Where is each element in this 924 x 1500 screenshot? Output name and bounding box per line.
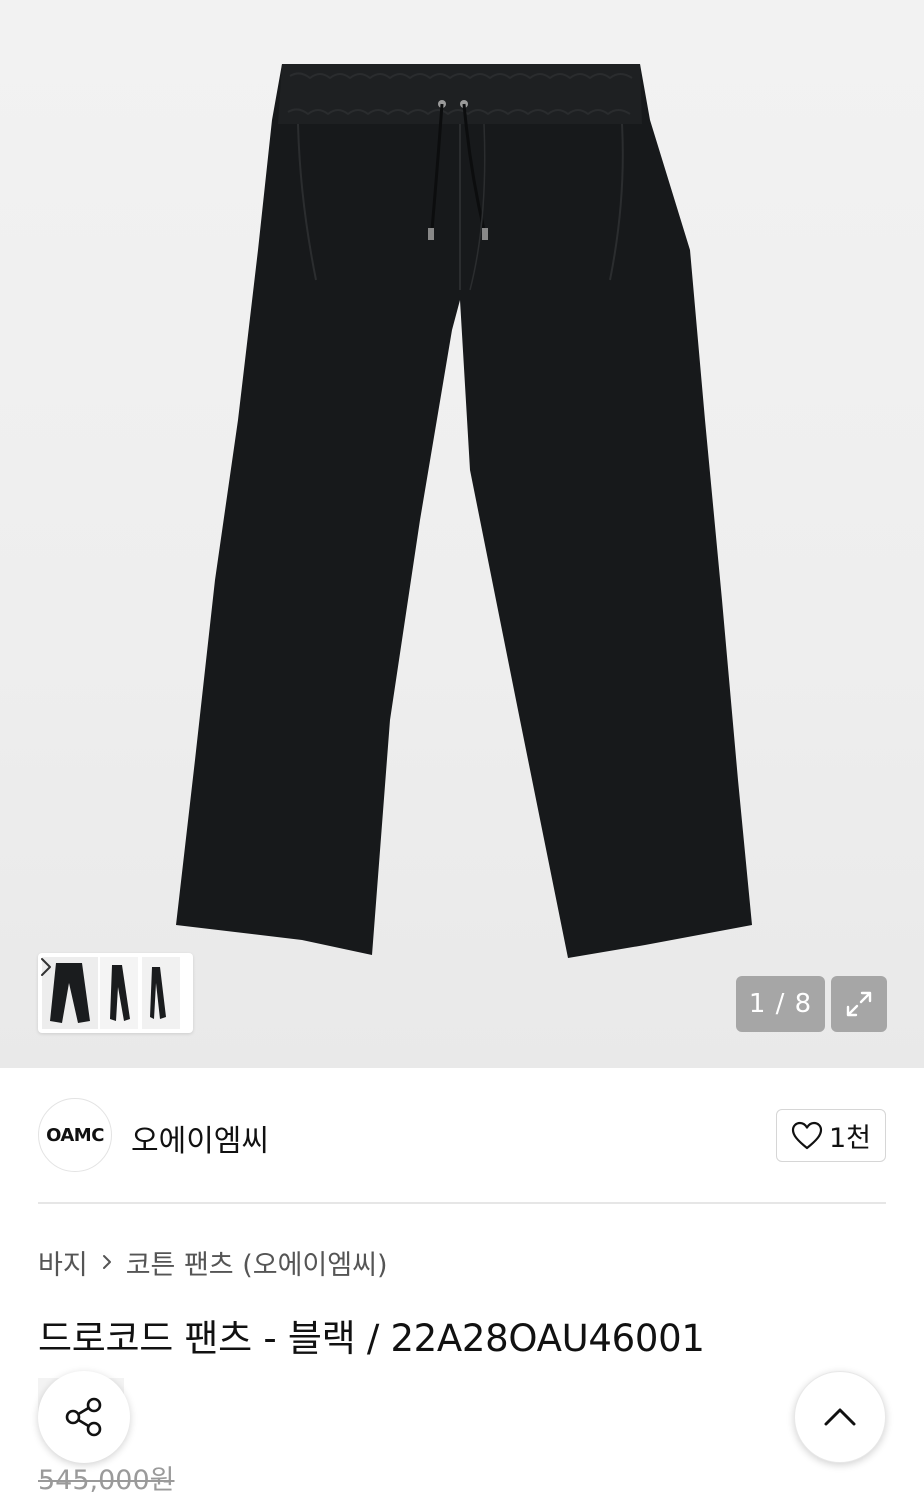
expand-button[interactable] (831, 976, 887, 1032)
scroll-top-button[interactable] (794, 1371, 886, 1463)
share-icon (65, 1397, 102, 1437)
brand-name[interactable]: 오에이엠씨 (131, 1116, 269, 1160)
image-page-counter: 1 / 8 (736, 976, 825, 1032)
breadcrumb-item-cotton-pants[interactable]: 코튼 팬츠 (오에이엠씨) (126, 1243, 388, 1282)
product-image[interactable] (0, 0, 924, 1068)
chevron-up-icon (824, 1408, 856, 1426)
chevron-right-icon[interactable] (38, 953, 54, 981)
share-button[interactable] (38, 1371, 130, 1463)
breadcrumb-item-pants[interactable]: 바지 (38, 1243, 88, 1282)
brand-row: OAMC 오에이엠씨 1천 (38, 1098, 886, 1174)
chevron-right-icon (102, 1255, 111, 1269)
product-title: 드로코드 팬츠 - 블랙 / 22A28OAU46001 (38, 1317, 705, 1360)
expand-icon (846, 991, 872, 1017)
original-price: 545,000원 (38, 1465, 175, 1496)
like-button[interactable]: 1천 (776, 1109, 886, 1162)
heart-icon (791, 1121, 823, 1149)
like-count: 1천 (828, 1123, 872, 1154)
breadcrumb: 바지 코튼 팬츠 (오에이엠씨) (38, 1243, 388, 1282)
product-gallery[interactable]: 1 / 8 (0, 0, 924, 1068)
thumbnail-strip[interactable] (38, 953, 193, 1033)
thumbnail-images[interactable] (38, 953, 193, 1033)
brand-logo[interactable]: OAMC (38, 1098, 112, 1172)
divider (38, 1202, 886, 1204)
